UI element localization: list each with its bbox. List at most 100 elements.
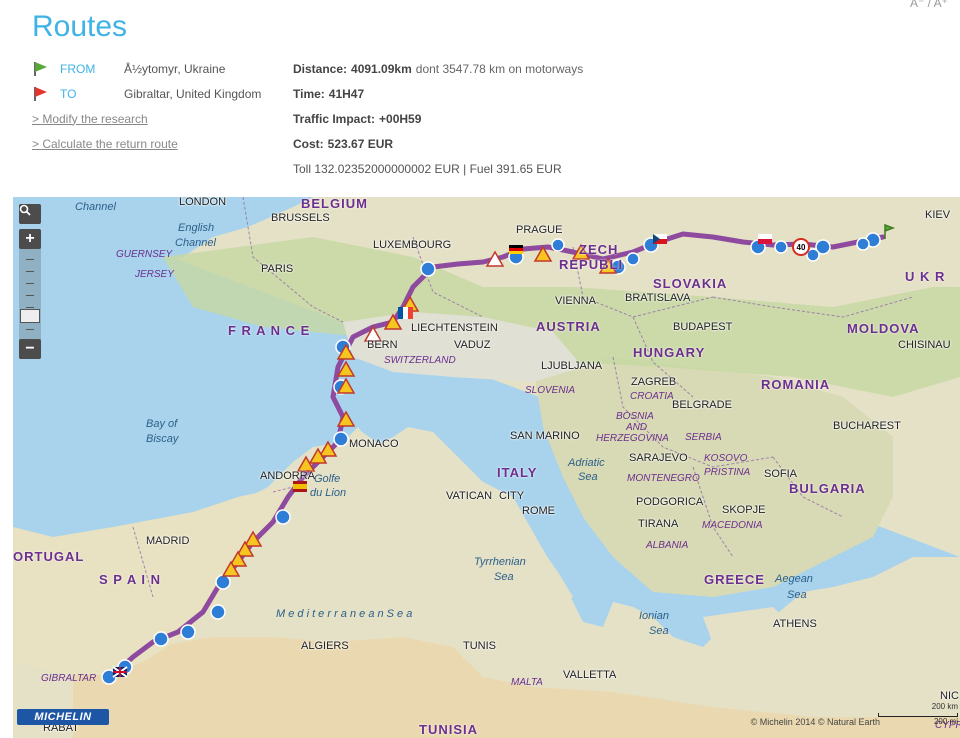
map-label-czech: ZECH xyxy=(579,242,619,257)
map-label-aegean: Aegean xyxy=(775,573,813,585)
map-label-vienna: VIENNA xyxy=(555,295,596,307)
svg-text:40: 40 xyxy=(797,243,806,252)
zoom-handle[interactable] xyxy=(20,309,40,323)
scale-mi: 200 mi xyxy=(933,717,958,726)
map-label-macedonia: MACEDONIA xyxy=(702,520,763,531)
map-label-monaco: MONACO xyxy=(349,438,399,450)
time-label: Time: xyxy=(293,86,325,101)
map-label-biscay: Biscay xyxy=(146,433,179,445)
map-label-malta: MALTA xyxy=(511,677,543,688)
map-label-republic: REPUBLI xyxy=(559,257,624,272)
map-label-adriatic-sea: Sea xyxy=(578,471,598,483)
land-biscay xyxy=(13,327,233,537)
map-label-guernsey: GUERNSEY xyxy=(116,249,173,260)
minus-icon: − xyxy=(25,340,35,357)
time-row: Time: 41H47 xyxy=(293,81,713,106)
map-label-skopje: SKOPJE xyxy=(722,504,766,516)
zoom-out-button[interactable]: − xyxy=(19,339,41,359)
map-label-serbia: SERBIA xyxy=(685,432,722,443)
map-label-bratislava: BRATISLAVA xyxy=(625,292,691,304)
map-label-golfe: Golfe xyxy=(314,473,341,485)
route-endpoints: FROM Å½ytomyr, Ukraine TO Gibraltar, Uni… xyxy=(32,56,282,156)
map-label-algiers: ALGIERS xyxy=(301,640,349,652)
map-label-tyrrhenian-sea: Sea xyxy=(494,571,514,583)
from-label: FROM xyxy=(60,61,96,76)
map-label-bosnia: BOSNIA xyxy=(616,411,654,422)
map-label-english-channel: Channel xyxy=(175,237,216,249)
map-label-rome: ROME xyxy=(522,505,555,517)
map-label-paris: PARIS xyxy=(261,263,294,275)
zoom-slider[interactable]: + − xyxy=(19,229,41,359)
map-label-valletta: VALLETTA xyxy=(563,669,617,681)
page-title: Routes xyxy=(32,10,128,43)
cost-label: Cost: xyxy=(293,136,324,151)
map-label-ionian-sea: Sea xyxy=(649,625,669,637)
time-value: 41H47 xyxy=(328,86,365,101)
map-label-bucharest: BUCHAREST xyxy=(833,420,901,432)
cost-value: 523.67 EUR xyxy=(327,136,394,151)
map-label-london: LONDON xyxy=(179,197,227,208)
to-value: Gibraltar, United Kingdom xyxy=(124,86,262,101)
distance-detail: dont 3547.78 km on motorways xyxy=(415,61,584,76)
map-label-athens: ATHENS xyxy=(773,618,817,630)
from-value: Å½ytomyr, Ukraine xyxy=(124,61,226,76)
map-label-france: F R A N C E xyxy=(228,323,311,338)
map-label-kiev: KIEV xyxy=(925,209,951,221)
map-label-croatia: CROATIA xyxy=(630,391,674,402)
map-label-tunisia: TUNISIA xyxy=(419,722,478,737)
map-label-prague: PRAGUE xyxy=(516,224,563,236)
map-label-luxembourg: LUXEMBOURG xyxy=(373,239,452,251)
map-label-moldova: MOLDOVA xyxy=(847,321,920,336)
map-label-jersey: JERSEY xyxy=(135,269,174,280)
map-label-andorra: ANDORRA xyxy=(260,470,316,482)
map-label-aegean-sea: Sea xyxy=(787,589,807,601)
map-label-adriatic: Adriatic xyxy=(568,457,605,469)
map-label-sofia: SOFIA xyxy=(764,468,798,480)
map-label-city: CITY xyxy=(499,490,525,502)
search-zoom-button[interactable] xyxy=(19,204,41,224)
map-label-sarajevo: SARAJEVO xyxy=(629,452,688,464)
plus-icon: + xyxy=(25,230,35,247)
map-label-bern: BERN xyxy=(367,339,398,351)
toll-fuel-row: Toll 132.02352000000002 EUR | Fuel 391.6… xyxy=(293,156,713,181)
map-label-greece: GREECE xyxy=(704,572,765,587)
map-label-chisinau: CHISINAU xyxy=(898,339,951,351)
map-label-belgrade: BELGRADE xyxy=(672,399,732,411)
route-map[interactable]: 40 Channel LONDON BELGIUM English Channe… xyxy=(13,197,960,738)
map-label-mediterranean: M e d i t e r r a n e a n S e a xyxy=(276,608,413,620)
traffic-row: Traffic Impact: +00H59 xyxy=(293,106,713,131)
map-label-spain: S P A I N xyxy=(99,572,161,587)
return-route-link[interactable]: > Calculate the return route xyxy=(32,137,178,151)
map-label-vatican: VATICAN xyxy=(446,490,493,502)
map-label-slovakia: SLOVAKIA xyxy=(653,276,728,291)
map-label-romania: ROMANIA xyxy=(761,377,831,392)
map-label-tyrrhenian: Tyrrhenian xyxy=(474,556,526,568)
map-label-ljubljana: LJUBLJANA xyxy=(541,360,603,372)
map-label-channel: Channel xyxy=(75,201,116,213)
green-flag-icon xyxy=(32,61,48,77)
cost-row: Cost: 523.67 EUR xyxy=(293,131,713,156)
land-sardinia xyxy=(368,552,393,602)
magnifier-icon xyxy=(19,204,31,216)
map-label-albania: ALBANIA xyxy=(646,540,689,551)
from-row: FROM Å½ytomyr, Ukraine xyxy=(32,56,282,81)
font-size-controls[interactable]: A⁻ / A⁺ xyxy=(910,0,948,10)
zoom-in-button[interactable]: + xyxy=(19,229,41,249)
map-label-italy: ITALY xyxy=(497,465,538,480)
map-label-belgium: BELGIUM xyxy=(301,197,368,211)
traffic-value: +00H59 xyxy=(379,111,422,126)
map-label-ionian: Ionian xyxy=(639,610,669,622)
map-label-english: English xyxy=(178,222,215,234)
map-label-gibraltar: GIBRALTAR xyxy=(41,673,97,684)
map-label-zagreb: ZAGREB xyxy=(631,376,677,388)
red-flag-icon xyxy=(32,86,48,102)
map-label-bay: Bay of xyxy=(146,418,178,430)
map-label-nic: NIC xyxy=(940,690,959,702)
modify-research-link[interactable]: > Modify the research xyxy=(32,112,148,126)
map-label-switzerland: SWITZERLAND xyxy=(384,355,456,366)
map-label-kosovo: KOSOVO xyxy=(704,453,748,464)
map-label-tirana: TIRANA xyxy=(638,518,679,530)
map-copyright: © Michelin 2014 © Natural Earth xyxy=(750,717,880,727)
map-label-podgorica: PODGORICA xyxy=(636,496,704,508)
to-row: TO Gibraltar, United Kingdom xyxy=(32,81,282,106)
